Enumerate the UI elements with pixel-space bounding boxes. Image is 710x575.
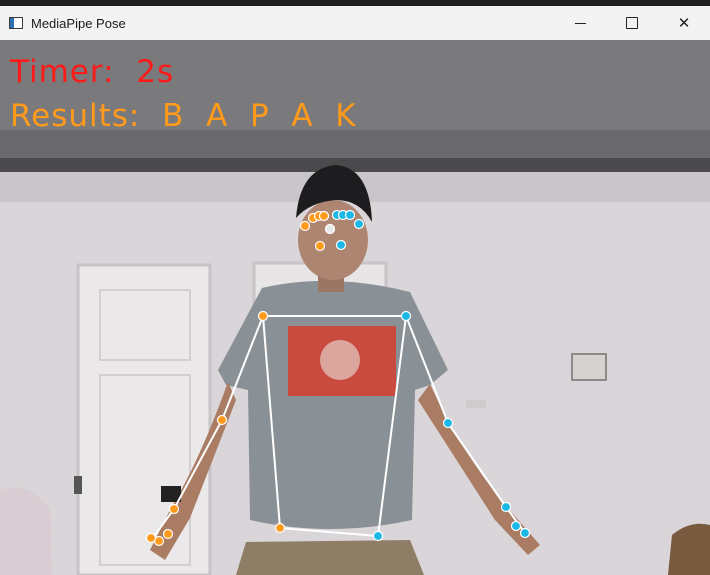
landmark-shoulder-left bbox=[257, 310, 269, 322]
camera-view: Timer: 2s Results: B A P A K bbox=[0, 40, 710, 575]
title-bar[interactable]: MediaPipe Pose ✕ bbox=[0, 6, 710, 41]
close-icon: ✕ bbox=[677, 14, 691, 32]
landmark-thumb-right bbox=[510, 520, 522, 532]
landmark-elbow-left bbox=[216, 414, 228, 426]
person-trousers bbox=[236, 540, 424, 575]
landmark-nose bbox=[324, 223, 336, 235]
landmark-shoulder-right bbox=[400, 310, 412, 322]
landmark-ear-left bbox=[299, 220, 311, 232]
close-button[interactable]: ✕ bbox=[658, 6, 710, 40]
maximize-button[interactable] bbox=[606, 6, 658, 40]
landmark-mouth-right bbox=[335, 239, 347, 251]
landmark-eye-outer-right bbox=[344, 209, 356, 221]
window-controls: ✕ bbox=[554, 6, 710, 40]
maximize-icon bbox=[626, 17, 638, 29]
door-handle bbox=[74, 476, 82, 494]
shirt-tree bbox=[320, 340, 360, 380]
landmark-index-right bbox=[519, 527, 531, 539]
landmark-hip-right bbox=[372, 530, 384, 542]
landmark-thumb-left bbox=[162, 528, 174, 540]
landmark-pinky-left bbox=[145, 532, 157, 544]
results-text: Results: B A P A K bbox=[10, 98, 357, 134]
wall-socket bbox=[466, 400, 486, 408]
landmark-hip-left bbox=[274, 522, 286, 534]
minimize-button[interactable] bbox=[554, 6, 606, 40]
landmark-mouth-left bbox=[314, 240, 326, 252]
ceiling-beam bbox=[0, 158, 710, 172]
timer-text: Timer: 2s bbox=[10, 54, 175, 90]
landmark-ear-right bbox=[353, 218, 365, 230]
landmark-wrist-right bbox=[500, 501, 512, 513]
landmark-elbow-right bbox=[442, 417, 454, 429]
landmark-eye-inner-left bbox=[318, 210, 330, 222]
wall-switch bbox=[571, 353, 607, 381]
minimize-icon bbox=[574, 22, 586, 24]
app-icon bbox=[9, 17, 23, 29]
window-title: MediaPipe Pose bbox=[31, 15, 126, 31]
landmark-wrist-left bbox=[168, 503, 180, 515]
app-window: MediaPipe Pose ✕ Timer: 2s Results: B A … bbox=[0, 0, 710, 575]
